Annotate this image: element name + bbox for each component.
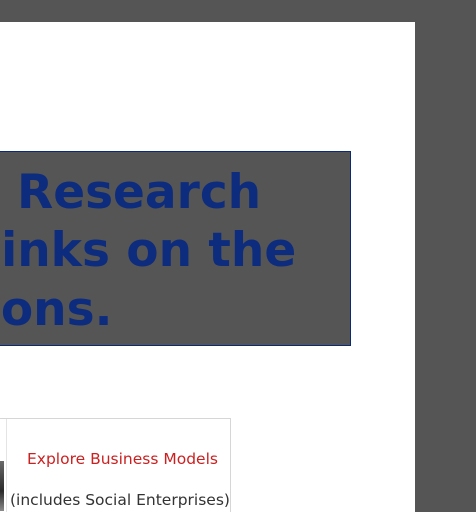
business-models-card[interactable]: Explore Business Models (includes Social…: [0, 418, 231, 512]
research-banner: Research links on the cons.: [0, 151, 351, 346]
card-thumbnail-image: [0, 461, 4, 511]
banner-line-2: links on the: [0, 223, 297, 278]
explore-business-models-link[interactable]: Explore Business Models: [27, 450, 218, 468]
card-divider: [6, 419, 7, 512]
card-subtitle: (includes Social Enterprises): [10, 491, 230, 509]
banner-line-1: Research: [17, 165, 262, 220]
page-content: Research links on the cons. Explore Busi…: [0, 22, 415, 512]
banner-line-3: cons.: [0, 282, 113, 337]
